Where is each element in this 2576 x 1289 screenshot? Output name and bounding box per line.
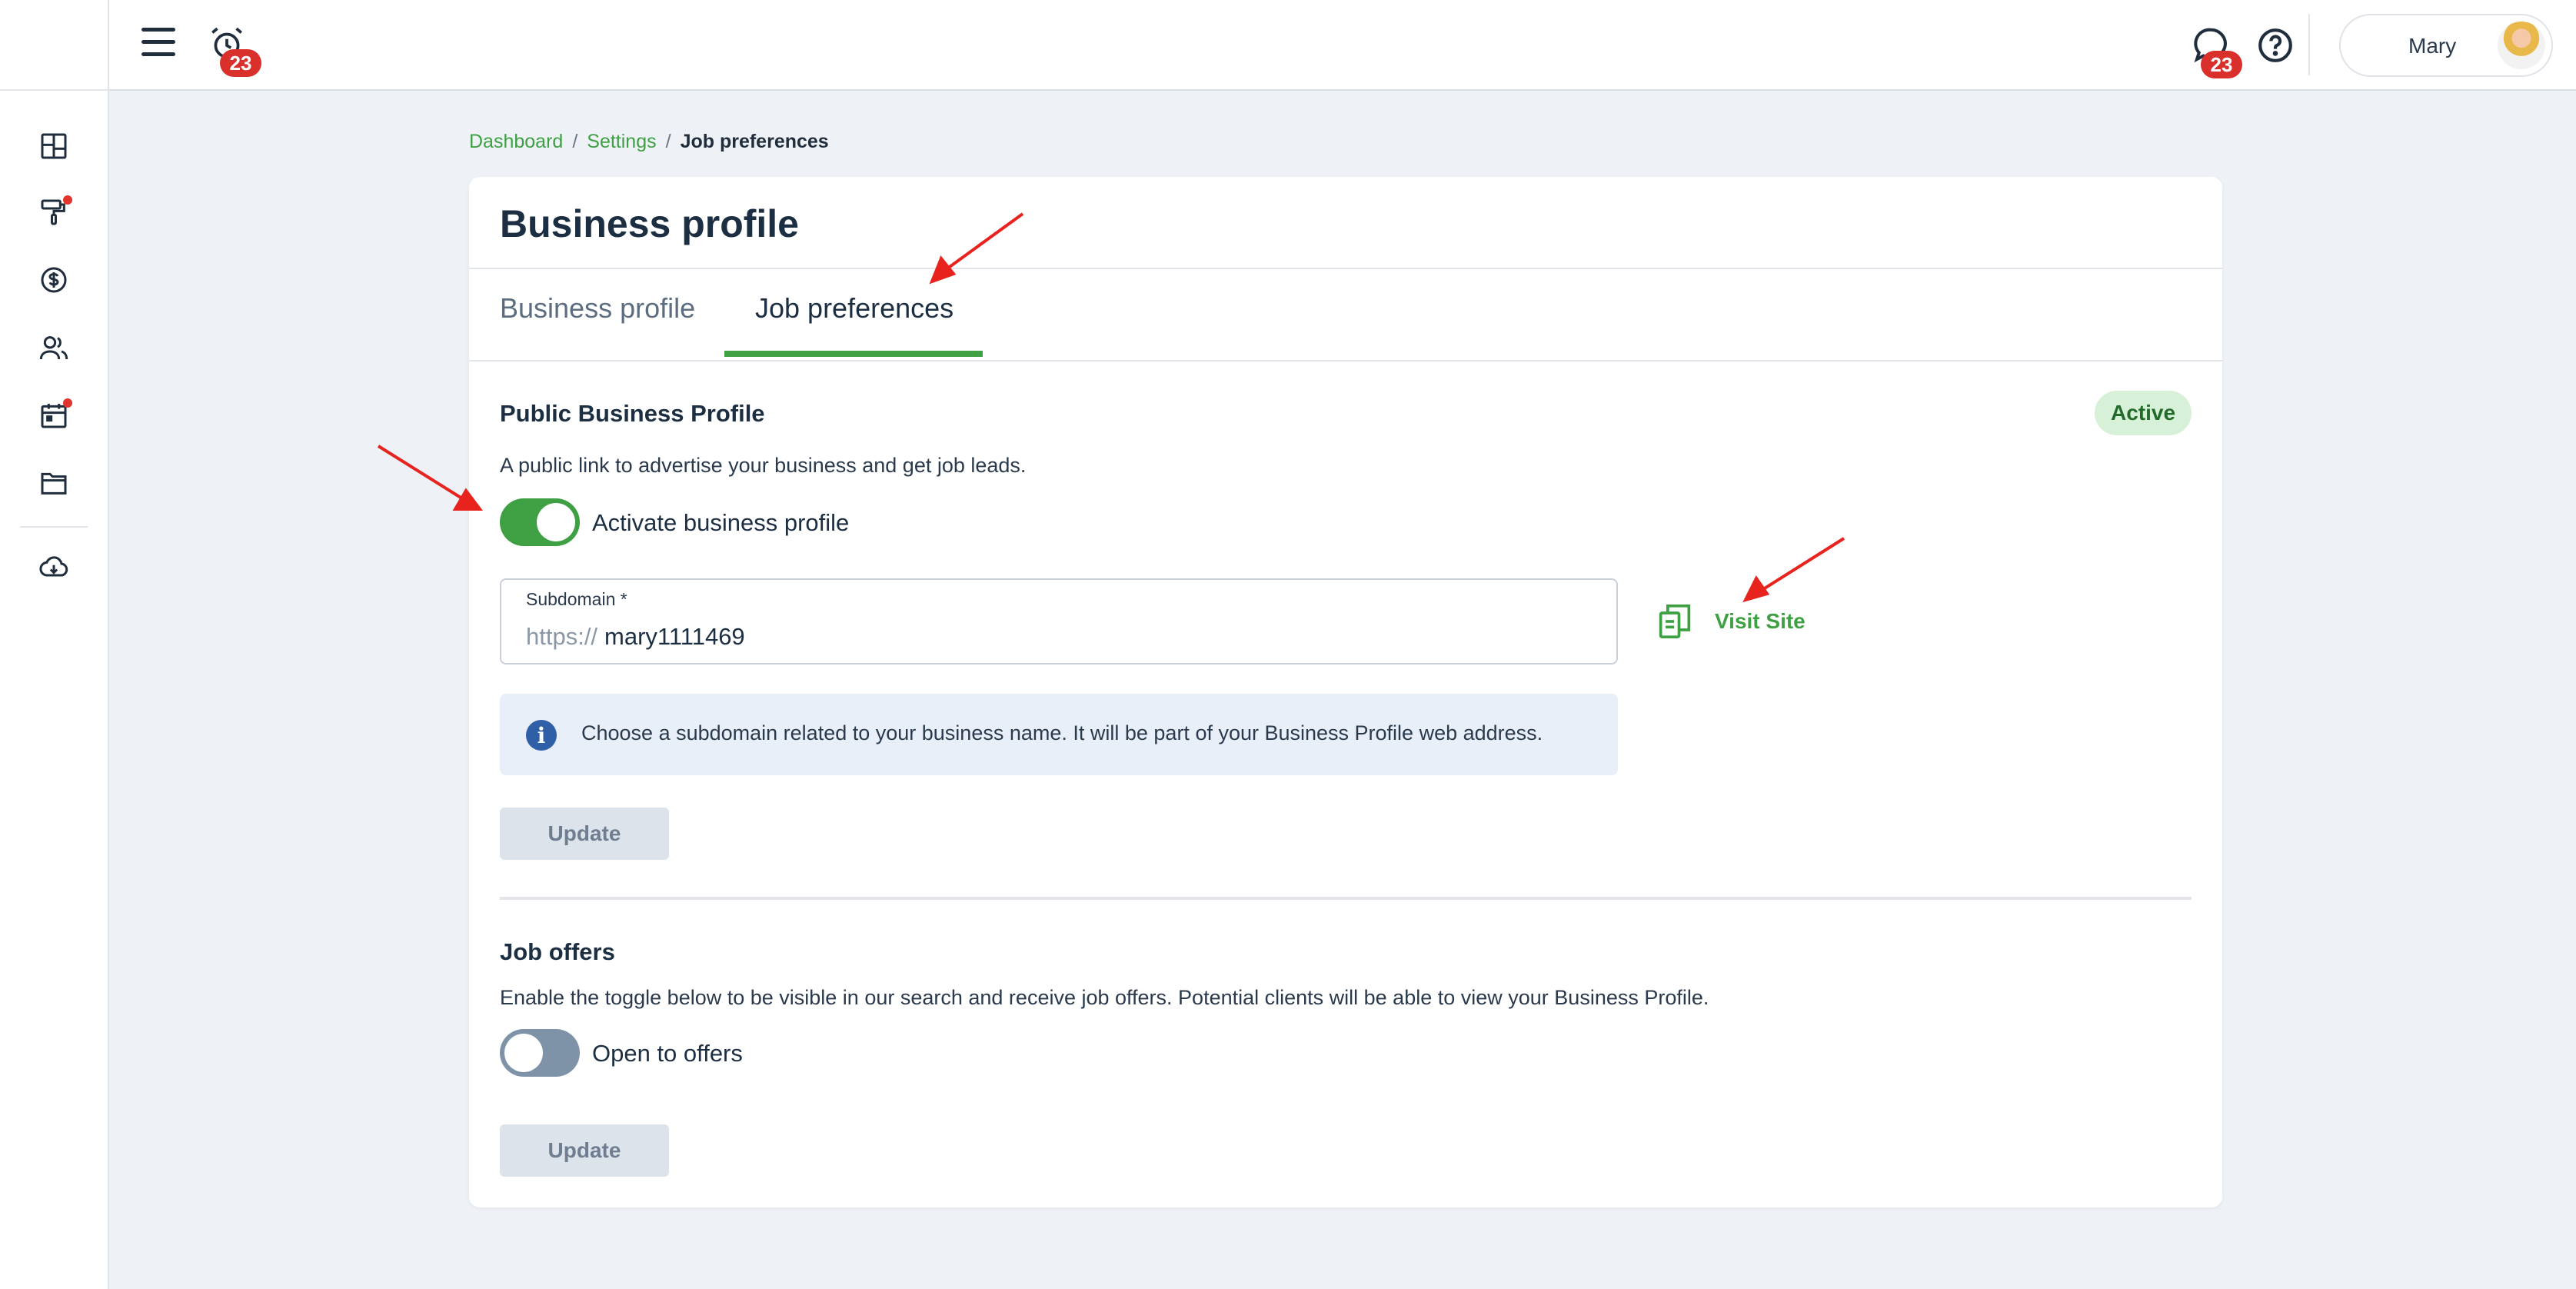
sidebar-item-jobs[interactable] [34,192,74,232]
sidebar-item-calendar[interactable] [34,395,74,435]
sidebar [0,0,109,1289]
sidebar-item-dashboard[interactable] [34,126,74,166]
alarm-button[interactable]: 23 [208,25,261,77]
divider [469,360,2222,361]
top-bar: 23 23 Mary [109,0,2576,91]
breadcrumb: Dashboard / Settings / Job preferences [469,131,829,153]
sidebar-item-clients[interactable] [34,328,74,368]
job-offers-title: Job offers [500,938,615,965]
subdomain-field[interactable]: Subdomain * https:// mary1111469 [500,578,1618,664]
copy-icon[interactable] [1658,603,1692,640]
info-text: Choose a subdomain related to your busin… [581,721,1543,744]
toggle-knob [504,1034,543,1072]
public-profile-title: Public Business Profile [500,400,765,427]
breadcrumb-separator: / [665,131,671,152]
topbar-divider [2308,14,2310,75]
folder-icon [41,472,67,495]
dashboard-icon [41,133,67,159]
visit-site-link[interactable]: Visit Site [1715,609,1806,634]
sidebar-item-download[interactable] [34,548,74,588]
help-icon [2258,28,2292,62]
sidebar-item-files[interactable] [34,463,74,503]
subdomain-prefix: https:// [526,623,598,650]
avatar [2498,22,2545,69]
job-offers-description: Enable the toggle below to be visible in… [500,986,1709,1009]
divider [469,268,2222,269]
breadcrumb-current: Job preferences [680,131,829,152]
subdomain-label: Subdomain * [526,589,627,609]
chat-button[interactable]: 23 [2190,25,2242,78]
toggle-knob [537,503,575,541]
update-subdomain-button[interactable]: Update [500,808,669,860]
menu-icon[interactable] [141,28,175,62]
notification-dot [63,195,72,205]
subdomain-input[interactable]: mary1111469 [604,623,745,651]
notification-dot [63,398,72,408]
user-name: Mary [2408,34,2457,58]
info-box: i Choose a subdomain related to your bus… [500,694,1618,775]
sidebar-header [0,0,108,91]
public-profile-description: A public link to advertise your business… [500,454,1027,477]
open-to-offers-label: Open to offers [592,1040,743,1067]
tab-business-profile[interactable]: Business profile [500,292,695,325]
sidebar-item-payments[interactable] [34,260,74,300]
activate-profile-toggle[interactable] [500,498,580,546]
breadcrumb-dashboard[interactable]: Dashboard [469,131,563,152]
user-menu[interactable]: Mary [2339,14,2553,77]
breadcrumb-separator: / [572,131,578,152]
page-title: Business profile [500,202,799,245]
activate-profile-label: Activate business profile [592,509,850,536]
cloud-download-icon [39,556,68,577]
breadcrumb-settings[interactable]: Settings [587,131,656,152]
dollar-icon [41,267,67,293]
open-to-offers-toggle[interactable] [500,1029,580,1077]
tab-job-preferences[interactable]: Job preferences [755,292,954,325]
section-divider [500,897,2192,900]
active-tab-indicator [724,351,983,357]
info-icon: i [526,720,557,751]
status-badge: Active [2095,391,2192,435]
help-button[interactable] [2256,26,2295,65]
users-icon [39,336,68,360]
business-profile-card: Business profile Business profile Job pr… [469,177,2222,1207]
update-offers-button[interactable]: Update [500,1124,669,1177]
sidebar-divider [20,526,88,528]
alarm-badge: 23 [220,49,261,77]
chat-badge: 23 [2201,51,2242,78]
